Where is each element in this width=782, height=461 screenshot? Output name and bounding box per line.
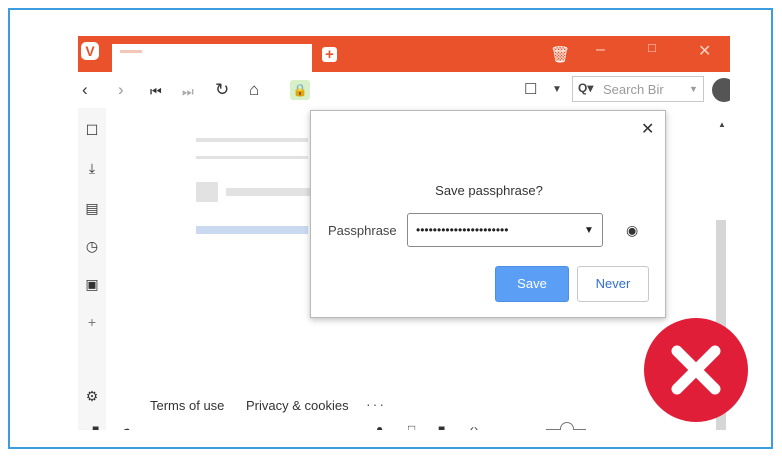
- scroll-up-icon[interactable]: ▲: [718, 120, 726, 129]
- blurred-link: [196, 226, 308, 234]
- status-camera-icon[interactable]: ●: [376, 422, 383, 430]
- tab-title-blurred: [120, 50, 142, 53]
- chevron-down-icon: ▼: [584, 225, 594, 236]
- blurred-text: [196, 138, 308, 142]
- notes-icon[interactable]: ▤: [84, 200, 100, 217]
- vivaldi-logo[interactable]: V: [81, 42, 99, 60]
- more-options-icon[interactable]: ···: [366, 396, 386, 412]
- title-bar: V + 🗑 – □ ✕: [78, 36, 730, 72]
- lock-icon[interactable]: 🔒: [290, 80, 310, 100]
- chevron-down-icon[interactable]: ▼: [552, 84, 562, 95]
- passphrase-value: ••••••••••••••••••••••: [416, 223, 509, 237]
- passphrase-select[interactable]: •••••••••••••••••••••• ▼: [407, 213, 603, 247]
- add-panel-icon[interactable]: +: [84, 314, 100, 330]
- profile-avatar[interactable]: [712, 78, 730, 102]
- screenshot-frame: V + 🗑 – □ ✕ ‹ › ⏮ ⏭ ↻ ⌂ 🔒 ☐ ▼ Q▾ Search …: [8, 8, 773, 449]
- status-tile-icon[interactable]: □: [408, 422, 415, 430]
- blurred-checkbox: [196, 182, 218, 202]
- privacy-link[interactable]: Privacy & cookies: [246, 398, 349, 413]
- blurred-text: [226, 188, 310, 196]
- trash-icon[interactable]: 🗑: [550, 45, 570, 65]
- downloads-icon[interactable]: ⤓: [84, 160, 100, 177]
- zoom-slider-knob[interactable]: [560, 422, 574, 430]
- bookmarks-panel-icon[interactable]: ☐: [84, 122, 100, 139]
- window-panel-icon[interactable]: ▣: [84, 276, 100, 293]
- browser-window: V + 🗑 – □ ✕ ‹ › ⏮ ⏭ ↻ ⌂ 🔒 ☐ ▼ Q▾ Search …: [78, 36, 730, 430]
- search-icon: Q▾: [578, 81, 594, 95]
- bookmark-icon[interactable]: ☐: [524, 80, 537, 98]
- terms-link[interactable]: Terms of use: [150, 398, 224, 413]
- save-button[interactable]: Save: [495, 266, 569, 302]
- search-placeholder: Search Bir: [603, 82, 664, 97]
- save-passphrase-dialog: ✕ Save passphrase? Passphrase ••••••••••…: [310, 110, 666, 318]
- new-tab-icon[interactable]: +: [322, 47, 337, 62]
- active-tab[interactable]: [112, 44, 312, 72]
- dialog-title: Save passphrase?: [435, 183, 543, 198]
- history-icon[interactable]: ◷: [84, 238, 100, 255]
- close-window-icon[interactable]: ✕: [698, 41, 711, 61]
- reload-icon[interactable]: ↻: [215, 80, 229, 100]
- search-dropdown-icon[interactable]: ▼: [689, 84, 698, 94]
- error-x-icon: [644, 318, 748, 422]
- status-sync-icon[interactable]: ☁: [120, 422, 132, 430]
- status-image-icon[interactable]: ■: [438, 422, 445, 430]
- never-button[interactable]: Never: [577, 266, 649, 302]
- side-panel: ☐ ⤓ ▤ ◷ ▣ + ⚙: [78, 108, 106, 430]
- fast-forward-icon[interactable]: ⏭: [182, 82, 194, 102]
- back-icon[interactable]: ‹: [82, 80, 88, 100]
- forward-icon[interactable]: ›: [118, 80, 124, 100]
- maximize-icon[interactable]: □: [648, 40, 656, 55]
- passphrase-label: Passphrase: [328, 223, 397, 238]
- search-field[interactable]: Q▾ Search Bir ▼: [572, 76, 704, 102]
- settings-icon[interactable]: ⚙: [84, 388, 100, 405]
- minimize-icon[interactable]: –: [596, 41, 605, 59]
- home-icon[interactable]: ⌂: [249, 80, 259, 100]
- status-panel-icon[interactable]: ■: [92, 422, 99, 430]
- status-code-icon[interactable]: ‹›: [470, 422, 478, 430]
- close-icon[interactable]: ✕: [641, 119, 654, 139]
- navigation-bar: ‹ › ⏮ ⏭ ↻ ⌂ 🔒 ☐ ▼ Q▾ Search Bir ▼: [78, 72, 730, 108]
- eye-icon[interactable]: ◉: [626, 222, 638, 239]
- rewind-icon[interactable]: ⏮: [150, 82, 162, 102]
- blurred-text: [196, 156, 308, 159]
